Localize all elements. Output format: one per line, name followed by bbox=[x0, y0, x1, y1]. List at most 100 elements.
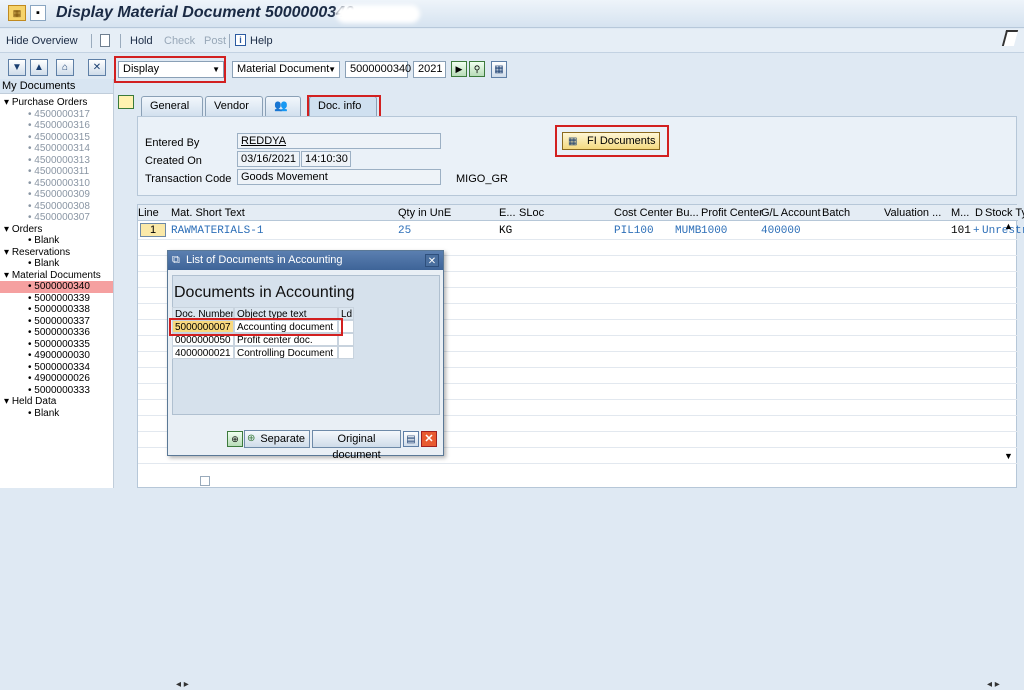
tab-partner[interactable]: 👥 bbox=[265, 96, 301, 116]
original-document-button[interactable]: Original document bbox=[312, 430, 401, 461]
col-header[interactable]: Stock Ty bbox=[985, 207, 1024, 219]
hold-button[interactable]: Hold bbox=[130, 35, 153, 47]
tree-item[interactable]: • 4900000030 bbox=[0, 350, 113, 362]
tab-vendor[interactable]: Vendor bbox=[205, 96, 263, 116]
col-header[interactable]: Valuation ... bbox=[884, 207, 941, 219]
tree-node-label: Orders bbox=[11, 223, 43, 235]
document-number-input[interactable]: 5000000340 bbox=[345, 61, 411, 78]
action-value: Display bbox=[123, 63, 160, 75]
profit-center[interactable]: 1000 bbox=[701, 225, 727, 237]
debit-credit[interactable]: + bbox=[973, 225, 980, 237]
help-button[interactable]: Help bbox=[250, 35, 273, 47]
tree-item[interactable]: • 5000000336 bbox=[0, 327, 113, 339]
line-number[interactable]: 1 bbox=[140, 223, 166, 237]
tree-item[interactable]: • 4500000308 bbox=[0, 201, 113, 213]
ld-cell[interactable] bbox=[338, 346, 354, 359]
new-document-icon[interactable] bbox=[100, 34, 110, 47]
tree-item[interactable]: • 4900000026 bbox=[0, 373, 113, 385]
movement-type[interactable]: 101 bbox=[951, 225, 971, 237]
tree-node-reservations[interactable]: ▾ Reservations bbox=[0, 247, 113, 259]
tree-item-label: 4500000307 bbox=[34, 212, 90, 223]
tree-item[interactable]: • 5000000334 bbox=[0, 362, 113, 374]
entered-by-field[interactable]: REDDYA bbox=[237, 133, 441, 149]
sap-menu-icon[interactable]: ▦ bbox=[8, 5, 26, 21]
tree-item[interactable]: • Blank bbox=[0, 235, 113, 247]
tree-item[interactable]: • 5000000333 bbox=[0, 385, 113, 397]
col-header[interactable]: G/L Account bbox=[761, 207, 821, 219]
cancel-icon[interactable]: ✕ bbox=[421, 431, 437, 447]
print-icon[interactable]: ▤ bbox=[403, 431, 419, 447]
tree-node-purchase-orders[interactable]: ▾ Purchase Orders bbox=[0, 97, 113, 109]
hide-overview-button[interactable]: Hide Overview bbox=[6, 35, 78, 47]
header-panel-icon[interactable] bbox=[118, 95, 134, 109]
zoom-in-icon[interactable]: ⊕ bbox=[227, 431, 243, 447]
fi-documents-button[interactable]: ▦ FI Documents bbox=[562, 132, 660, 150]
close-icon[interactable]: ✕ bbox=[425, 254, 439, 267]
tree-item[interactable]: • Blank bbox=[0, 408, 113, 420]
business-area[interactable]: MUMB bbox=[675, 225, 701, 237]
scroll-left-right-icon[interactable]: ◂ ▸ bbox=[987, 679, 1000, 690]
tree-item[interactable]: • 4500000316 bbox=[0, 120, 113, 132]
cost-center[interactable]: PIL100 bbox=[614, 225, 654, 237]
doc-number-cell[interactable]: 4000000021 bbox=[172, 346, 234, 359]
tab-general[interactable]: General bbox=[141, 96, 203, 116]
collapse-icon[interactable]: ▲ bbox=[30, 59, 48, 76]
tree-item[interactable]: • 4500000309 bbox=[0, 189, 113, 201]
delete-icon[interactable]: ⌂ bbox=[56, 59, 74, 76]
col-header[interactable]: M... bbox=[951, 207, 969, 219]
stock-type[interactable]: Unrestr bbox=[982, 225, 1024, 237]
col-header[interactable]: Batch bbox=[822, 207, 850, 219]
year-input[interactable]: 2021 bbox=[413, 61, 446, 78]
tree-item[interactable]: • 5000000337 bbox=[0, 316, 113, 328]
tree-item-selected[interactable]: • 5000000340 bbox=[0, 281, 113, 293]
qty[interactable]: 25 bbox=[398, 225, 411, 237]
system-menu-icon[interactable]: ▪ bbox=[30, 5, 46, 21]
tree-item[interactable]: • 5000000335 bbox=[0, 339, 113, 351]
tree-item-label: 4500000309 bbox=[34, 189, 90, 200]
scroll-left-right-icon[interactable]: ◂ ▸ bbox=[176, 679, 189, 690]
tree-item[interactable]: • 4500000311 bbox=[0, 166, 113, 178]
separate-button[interactable]: ⊕ Separate bbox=[244, 430, 310, 448]
col-header[interactable]: Profit Center bbox=[701, 207, 763, 219]
gl-account[interactable]: 400000 bbox=[761, 225, 801, 237]
tree-item[interactable]: • 4500000317 bbox=[0, 109, 113, 121]
col-header[interactable]: Line bbox=[138, 207, 159, 219]
col-header[interactable]: Mat. Short Text bbox=[171, 207, 245, 219]
mat-short-text[interactable]: RAWMATERIALS-1 bbox=[171, 225, 263, 237]
tree-item[interactable]: • 4500000310 bbox=[0, 178, 113, 190]
horizontal-scrollbar[interactable] bbox=[200, 476, 210, 486]
tree-node-held-data[interactable]: ▾ Held Data bbox=[0, 396, 113, 408]
execute-icon[interactable]: ▶ bbox=[451, 61, 467, 77]
check-button[interactable]: Check bbox=[164, 35, 195, 47]
search-icon[interactable]: ⚲ bbox=[469, 61, 485, 77]
col-header[interactable]: D bbox=[975, 207, 983, 219]
col-header[interactable]: E... bbox=[499, 207, 516, 219]
help-icon[interactable]: i bbox=[235, 34, 246, 46]
unit[interactable]: KG bbox=[499, 225, 512, 237]
close-overview-icon[interactable]: ✕ bbox=[88, 59, 106, 76]
col-header[interactable]: Bu... bbox=[676, 207, 699, 219]
tree-item[interactable]: • 5000000338 bbox=[0, 304, 113, 316]
col-header[interactable]: SLoc bbox=[519, 207, 544, 219]
tree-item[interactable]: • 4500000313 bbox=[0, 155, 113, 167]
col-header[interactable]: Cost Center bbox=[614, 207, 673, 219]
tree-node-orders[interactable]: ▾ Orders bbox=[0, 224, 113, 236]
expand-icon[interactable]: ▼ bbox=[8, 59, 26, 76]
scroll-down-icon[interactable]: ▼ bbox=[1004, 451, 1013, 461]
object-type-cell[interactable]: Controlling Document bbox=[234, 346, 338, 359]
tree-item[interactable]: • 5000000339 bbox=[0, 293, 113, 305]
dialog-icon: ⧉ bbox=[172, 254, 180, 266]
separate-label: Separate bbox=[260, 433, 305, 445]
tree-node-material-documents[interactable]: ▾ Material Documents bbox=[0, 270, 113, 282]
scroll-up-icon[interactable]: ▲ bbox=[1004, 221, 1013, 231]
action-select[interactable]: Display ▼ bbox=[118, 61, 224, 78]
table-icon[interactable]: ▦ bbox=[491, 61, 507, 78]
tree-item[interactable]: • 4500000314 bbox=[0, 143, 113, 155]
post-button[interactable]: Post bbox=[204, 35, 226, 47]
partner-icon: 👥 bbox=[274, 100, 288, 112]
tree-item[interactable]: • 4500000315 bbox=[0, 132, 113, 144]
tree-item[interactable]: • Blank bbox=[0, 258, 113, 270]
col-header[interactable]: Qty in UnE bbox=[398, 207, 451, 219]
tree-item[interactable]: • 4500000307 bbox=[0, 212, 113, 224]
object-select[interactable]: Material Document ▼ bbox=[232, 61, 340, 78]
